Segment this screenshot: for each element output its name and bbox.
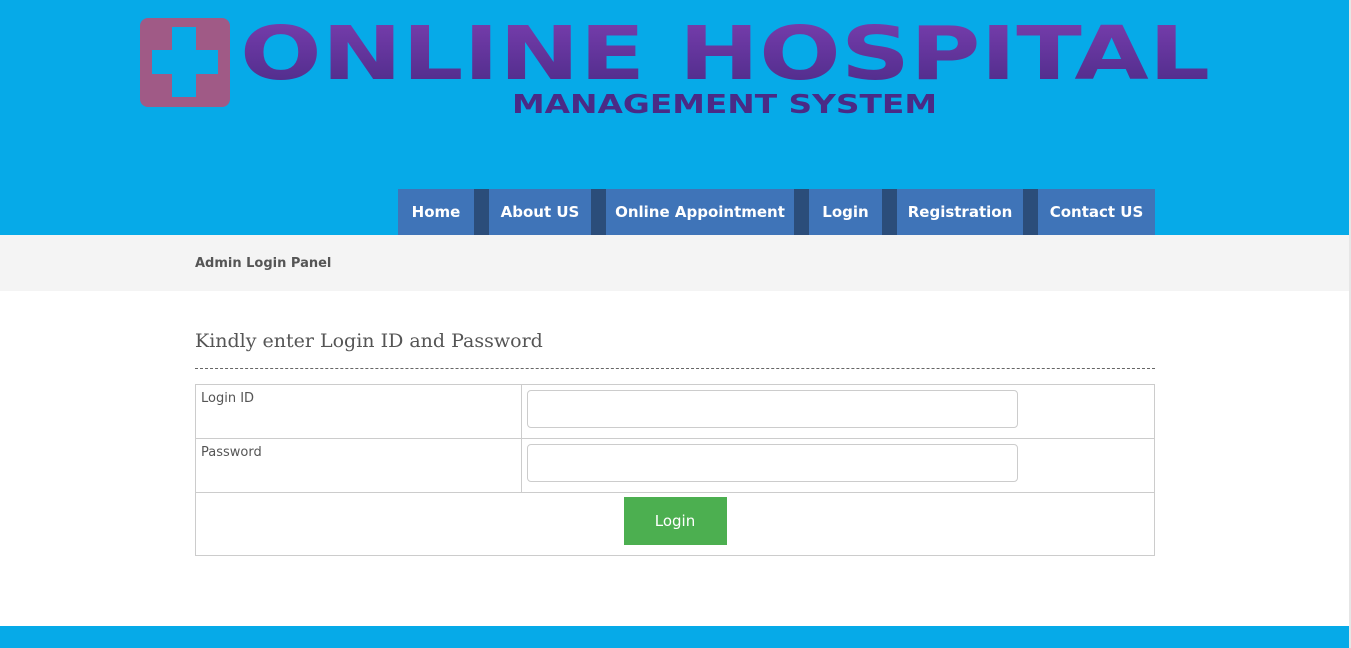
logo-subtitle: MANAGEMENT SYSTEM (512, 90, 937, 120)
site-logo[interactable]: ONLINE HOSPITAL MANAGEMENT SYSTEM (0, 0, 1351, 140)
login-id-label: Login ID (195, 384, 522, 439)
form-heading: Kindly enter Login ID and Password (195, 330, 543, 352)
logo-title: ONLINE HOSPITAL (240, 11, 1210, 97)
password-label: Password (195, 438, 522, 493)
login-id-input[interactable] (527, 390, 1018, 428)
password-input[interactable] (527, 444, 1018, 482)
login-button[interactable]: Login (623, 497, 727, 545)
nav-login[interactable]: Login (809, 189, 882, 235)
nav-contact-us[interactable]: Contact US (1038, 189, 1155, 235)
nav-separator (882, 189, 897, 235)
table-row: Password (195, 438, 1155, 493)
main-nav: Home About US Online Appointment Login R… (398, 189, 1155, 235)
nav-separator (591, 189, 606, 235)
site-header: ONLINE HOSPITAL MANAGEMENT SYSTEM Home A… (0, 0, 1351, 235)
nav-home[interactable]: Home (398, 189, 474, 235)
divider (195, 368, 1155, 369)
nav-registration[interactable]: Registration (897, 189, 1023, 235)
nav-separator (794, 189, 809, 235)
table-row: Login (195, 492, 1155, 556)
login-form: Login ID Password Login (195, 384, 1155, 556)
nav-separator (1023, 189, 1038, 235)
page-title: Admin Login Panel (195, 256, 332, 271)
nav-about-us[interactable]: About US (489, 189, 591, 235)
medical-cross-icon (140, 18, 230, 107)
footer-bar (0, 626, 1351, 648)
table-row: Login ID (195, 384, 1155, 439)
nav-separator (474, 189, 489, 235)
nav-online-appointment[interactable]: Online Appointment (606, 189, 794, 235)
page-title-bar: Admin Login Panel (0, 235, 1351, 291)
